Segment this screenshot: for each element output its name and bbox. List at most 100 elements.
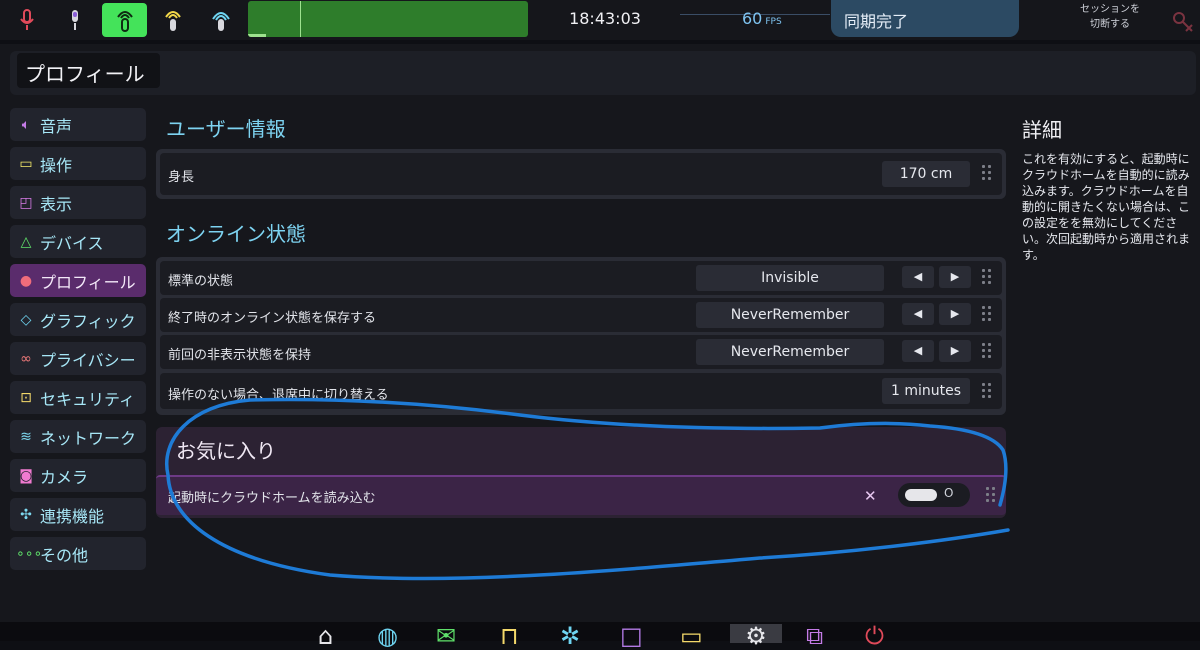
keep-invisible-label: 前回の非表示状態を保持: [168, 348, 312, 363]
glasses-icon: ∞: [20, 350, 32, 367]
session-label-line2: 切断する: [1090, 19, 1130, 30]
sidebar-item-label: 操作: [40, 155, 73, 175]
sidebar-item-label: グラフィック: [40, 311, 136, 331]
drag-handle-icon[interactable]: [982, 269, 992, 287]
integration-icon: ✣: [20, 506, 32, 523]
sidebar-item-profile[interactable]: ● プロフィール: [10, 264, 146, 297]
page-title: プロフィール: [17, 53, 160, 88]
next-arrow-button[interactable]: ▶: [939, 303, 971, 325]
broadcast-icon[interactable]: [152, 3, 194, 37]
drag-handle-icon[interactable]: [986, 487, 996, 505]
clock: 18:43:03: [569, 9, 641, 28]
details-title: 詳細: [1022, 118, 1062, 142]
sidebar-item-label: カメラ: [40, 467, 89, 487]
broadcast-alt-icon[interactable]: [200, 3, 242, 37]
mic-icon[interactable]: [54, 3, 96, 37]
sidebar-item-label: セキュリティ: [40, 389, 136, 409]
height-value[interactable]: 170 cm: [882, 161, 970, 187]
load-cloud-home-toggle[interactable]: O: [898, 483, 970, 507]
drag-handle-icon[interactable]: [982, 306, 992, 324]
toggle-state-label: O: [944, 486, 954, 500]
header-bar: [10, 51, 1196, 95]
globe-icon[interactable]: ◍: [377, 624, 398, 648]
unfavorite-icon[interactable]: ✕: [864, 487, 877, 505]
sidebar-item-label: 音声: [40, 116, 73, 136]
section-title-user-info: ユーザー情報: [166, 117, 286, 141]
fps-value: 60: [742, 9, 763, 28]
drag-handle-icon[interactable]: [982, 165, 992, 183]
sidebar-item-controls[interactable]: ▭ 操作: [10, 147, 146, 180]
idle-away-row: 操作のない場合、退席中に切り替える 1 minutes: [160, 373, 1002, 409]
idle-away-value[interactable]: 1 minutes: [882, 378, 970, 404]
sidebar-item-camera[interactable]: ◙ カメラ: [10, 459, 146, 492]
sidebar-item-label: プライバシー: [40, 350, 136, 370]
performance-graph: [248, 1, 528, 37]
save-status-on-exit-value: NeverRemember: [696, 302, 884, 328]
sidebar-item-network[interactable]: ≋ ネットワーク: [10, 420, 146, 453]
fps-counter: 60 FPS: [742, 9, 782, 28]
window-icon[interactable]: □: [620, 624, 643, 648]
power-icon[interactable]: ⏻: [865, 624, 884, 648]
idle-away-label: 操作のない場合、退席中に切り替える: [168, 388, 389, 403]
next-arrow-button[interactable]: ▶: [939, 340, 971, 362]
gear-alt-icon[interactable]: ✲: [560, 624, 580, 648]
sidebar-item-other[interactable]: ∘∘∘ その他: [10, 537, 146, 570]
prev-arrow-button[interactable]: ◀: [902, 266, 934, 288]
sidebar-item-label: デバイス: [40, 233, 104, 253]
save-status-on-exit-row: 終了時のオンライン状態を保存する NeverRemember ◀ ▶: [160, 298, 1002, 332]
graph-marker: [300, 1, 301, 37]
settings-icon[interactable]: ⚙: [730, 624, 782, 648]
mail-icon[interactable]: ✉: [436, 624, 456, 648]
default-status-row: 標準の状態 Invisible ◀ ▶: [160, 261, 1002, 295]
section-title-favorites: お気に入り: [176, 439, 276, 463]
height-label: 身長: [168, 170, 195, 185]
drag-handle-icon[interactable]: [982, 343, 992, 361]
mic-muted-icon[interactable]: [6, 3, 48, 37]
disconnect-session-button[interactable]: セッションを 切断する: [1072, 2, 1148, 32]
next-arrow-button[interactable]: ▶: [939, 266, 971, 288]
speaker-icon: 🔈︎: [21, 116, 31, 133]
sidebar-item-integrations[interactable]: ✣ 連携機能: [10, 498, 146, 531]
default-status-label: 標準の状態: [168, 274, 234, 289]
save-status-on-exit-label: 終了時のオンライン状態を保存する: [168, 311, 377, 326]
sidebar-item-label: 表示: [40, 194, 73, 214]
height-row: 身長 170 cm: [160, 153, 1002, 195]
lock-icon: ⊡: [20, 389, 32, 406]
sidebar-item-security[interactable]: ⊡ セキュリティ: [10, 381, 146, 414]
bag-icon[interactable]: ⊓: [500, 624, 519, 648]
load-cloud-home-label: 起動時にクラウドホームを読み込む: [168, 491, 376, 506]
folder-icon[interactable]: ▭: [680, 624, 703, 648]
toggle-knob: [905, 489, 937, 501]
sidebar-item-label: その他: [40, 545, 89, 565]
online-status-group: 標準の状態 Invisible ◀ ▶ 終了時のオンライン状態を保存する Nev…: [156, 257, 1006, 415]
broadcast-active-icon[interactable]: [102, 3, 147, 37]
sidebar-item-label: プロフィール: [40, 272, 136, 292]
camera-icon: ◙: [19, 467, 33, 484]
sidebar-item-display[interactable]: ◰ 表示: [10, 186, 146, 219]
person-icon: ●: [19, 272, 33, 289]
more-icon: ∘∘∘: [16, 545, 43, 562]
device-icon: △: [20, 233, 32, 250]
user-info-group: 身長 170 cm: [156, 149, 1006, 199]
load-cloud-home-row: 起動時にクラウドホームを読み込む: [156, 475, 1006, 515]
section-title-online-status: オンライン状態: [166, 222, 306, 246]
wifi-icon: ≋: [20, 428, 32, 445]
bottom-dock: [0, 622, 1200, 641]
drag-handle-icon[interactable]: [982, 383, 992, 401]
sidebar-item-label: 連携機能: [40, 506, 105, 526]
disconnect-icon[interactable]: [1170, 9, 1194, 38]
prev-arrow-button[interactable]: ◀: [902, 303, 934, 325]
home-icon[interactable]: ⌂: [318, 624, 333, 648]
sidebar-item-audio[interactable]: 🔈︎ 音声: [10, 108, 146, 141]
inventory-icon[interactable]: ⧉: [806, 624, 823, 648]
sidebar-item-label: ネットワーク: [40, 428, 137, 448]
sync-status: 同期完了: [831, 0, 1019, 37]
sidebar-item-devices[interactable]: △ デバイス: [10, 225, 146, 258]
sidebar-item-privacy[interactable]: ∞ プライバシー: [10, 342, 146, 375]
prev-arrow-button[interactable]: ◀: [902, 340, 934, 362]
keep-invisible-value: NeverRemember: [696, 339, 884, 365]
default-status-value: Invisible: [696, 265, 884, 291]
sidebar-item-graphics[interactable]: ◇ グラフィック: [10, 303, 146, 336]
fps-unit: FPS: [765, 17, 782, 27]
diamond-icon: ◇: [20, 311, 32, 328]
